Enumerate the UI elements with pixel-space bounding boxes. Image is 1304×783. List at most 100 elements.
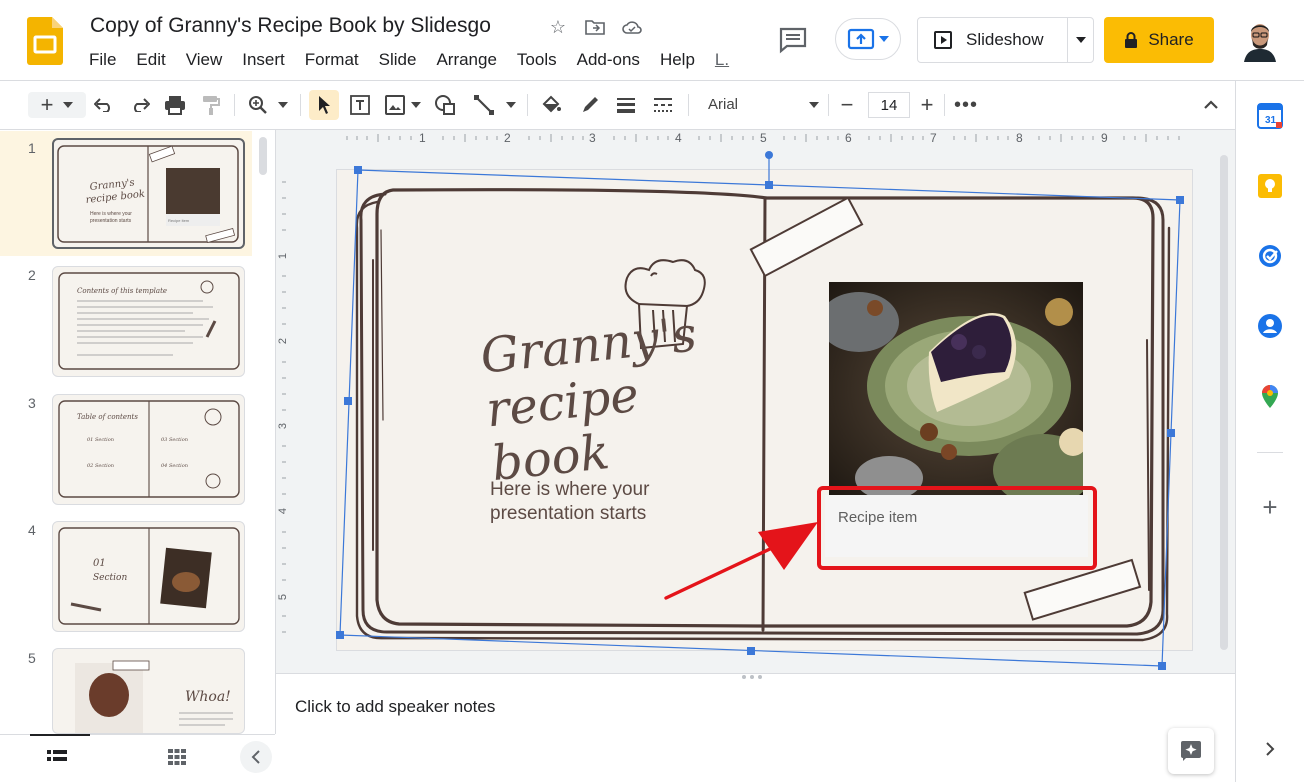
slide-thumbnail-3[interactable]: Table of contents 01 Section 02 Section … xyxy=(52,394,245,505)
speaker-notes-input[interactable]: Click to add speaker notes xyxy=(295,697,495,717)
chevron-left-icon xyxy=(251,750,260,764)
paint-format-icon[interactable] xyxy=(199,92,223,118)
collapse-toolbar-icon[interactable] xyxy=(1200,92,1222,118)
slide-thumbnail-2[interactable]: Contents of this template xyxy=(52,266,245,377)
new-slide-button[interactable]: + xyxy=(28,92,86,118)
tasks-icon[interactable] xyxy=(1257,243,1283,269)
share-label: Share xyxy=(1148,30,1194,49)
svg-text:presentation starts: presentation starts xyxy=(90,218,132,224)
menu-bar: File Edit View Insert Format Slide Arran… xyxy=(80,50,740,70)
slide-number: 2 xyxy=(28,267,36,283)
slide-thumbnail-5[interactable]: Whoa! xyxy=(52,648,245,734)
image-icon xyxy=(385,95,405,115)
present-icon xyxy=(847,28,875,50)
svg-text:01 Section: 01 Section xyxy=(87,437,114,443)
notes-resize-handle[interactable] xyxy=(742,675,766,679)
document-title[interactable]: Copy of Granny's Recipe Book by Slidesgo xyxy=(90,14,491,38)
chevron-down-icon[interactable] xyxy=(806,92,822,118)
avatar[interactable] xyxy=(1240,16,1280,62)
chevron-down-icon xyxy=(1075,37,1086,43)
slide-number: 3 xyxy=(28,395,36,411)
line-tool-button[interactable] xyxy=(470,92,520,118)
active-view-indicator xyxy=(30,734,90,736)
redo-icon[interactable] xyxy=(128,92,152,118)
svg-text:03 Section: 03 Section xyxy=(161,437,188,443)
fill-color-icon[interactable] xyxy=(538,92,564,118)
ruler-tick-label: 1 xyxy=(277,252,290,260)
add-icon[interactable]: + xyxy=(1257,492,1283,522)
svg-text:Contents of this template: Contents of this template xyxy=(77,287,167,295)
filmstrip-scrollbar[interactable] xyxy=(259,137,267,175)
canvas-scrollbar[interactable] xyxy=(1220,155,1228,650)
menu-arrange[interactable]: Arrange xyxy=(427,50,507,70)
toolbar-separator xyxy=(234,94,235,116)
ruler-tick-label: 5 xyxy=(277,593,290,601)
more-options-icon[interactable]: ••• xyxy=(954,92,978,118)
vertical-ruler[interactable] xyxy=(277,170,292,650)
border-dash-icon[interactable] xyxy=(650,92,676,118)
toolbar-separator xyxy=(828,94,829,116)
maps-icon[interactable] xyxy=(1257,383,1283,409)
slide-number: 1 xyxy=(28,140,36,156)
calendar-icon[interactable]: 31 xyxy=(1257,103,1283,129)
menu-slide[interactable]: Slide xyxy=(370,50,428,70)
chevron-down-icon xyxy=(411,102,421,108)
slide-thumbnail-1[interactable]: Granny's recipe book Here is where your … xyxy=(52,138,245,249)
insert-image-button[interactable] xyxy=(383,92,423,118)
undo-icon[interactable] xyxy=(92,92,116,118)
star-icon[interactable]: ☆ xyxy=(547,16,569,38)
present-to-meeting-button[interactable] xyxy=(835,18,901,60)
font-family-select[interactable]: Arial xyxy=(708,96,738,113)
decrease-font-size-button[interactable]: − xyxy=(836,92,858,118)
zoom-icon xyxy=(249,96,267,114)
svg-text:01: 01 xyxy=(93,558,106,569)
keep-icon[interactable] xyxy=(1257,173,1283,199)
menu-edit[interactable]: Edit xyxy=(127,50,176,70)
menu-addons[interactable]: Add-ons xyxy=(568,50,651,70)
svg-text:Recipe item: Recipe item xyxy=(168,218,190,223)
menu-file[interactable]: File xyxy=(80,50,127,70)
ruler-tick-label: 1 xyxy=(419,131,426,145)
menu-insert[interactable]: Insert xyxy=(233,50,296,70)
menu-view[interactable]: View xyxy=(177,50,234,70)
slideshow-dropdown[interactable] xyxy=(1068,37,1093,43)
increase-font-size-button[interactable]: + xyxy=(916,92,938,118)
slideshow-button-group: Slideshow xyxy=(917,17,1094,63)
menu-format[interactable]: Format xyxy=(296,50,370,70)
border-color-icon[interactable] xyxy=(577,92,603,118)
cloud-saved-icon[interactable] xyxy=(621,16,643,38)
contacts-icon[interactable] xyxy=(1257,313,1283,339)
svg-text:04 Section: 04 Section xyxy=(161,463,188,469)
svg-text:Table of contents: Table of contents xyxy=(77,413,138,421)
move-folder-icon[interactable] xyxy=(584,16,606,38)
print-icon[interactable] xyxy=(162,92,188,118)
menu-tools[interactable]: Tools xyxy=(508,50,568,70)
slideshow-button[interactable]: Slideshow xyxy=(918,18,1068,62)
ruler-tick-label: 9 xyxy=(1101,131,1108,145)
ruler-tick-label: 8 xyxy=(1016,131,1023,145)
text-box-icon[interactable] xyxy=(347,92,373,118)
speaker-notes-panel xyxy=(276,673,1235,783)
font-size-input[interactable]: 14 xyxy=(868,92,910,118)
menu-help[interactable]: Help xyxy=(651,50,706,70)
shape-icon[interactable] xyxy=(432,92,458,118)
slides-logo[interactable] xyxy=(27,17,63,65)
slide-thumbnail-4[interactable]: 01 Section xyxy=(52,521,245,632)
svg-text:02 Section: 02 Section xyxy=(87,463,114,469)
filmstrip-view-icon[interactable] xyxy=(47,749,67,770)
slide-number: 5 xyxy=(28,650,36,666)
chevron-down-icon xyxy=(278,102,288,108)
collapse-filmstrip-button[interactable] xyxy=(240,741,272,773)
border-weight-icon[interactable] xyxy=(613,92,639,118)
comment-history-icon[interactable] xyxy=(778,26,808,54)
ruler-tick-label: 7 xyxy=(930,131,937,145)
arrow-annotation-icon xyxy=(664,522,818,600)
select-tool-icon[interactable] xyxy=(309,90,339,120)
chevron-right-icon[interactable] xyxy=(1257,736,1283,762)
explore-button[interactable] xyxy=(1168,728,1214,774)
chevron-down-icon xyxy=(879,36,889,42)
share-button[interactable]: Share xyxy=(1104,17,1214,63)
menu-last-edit[interactable]: L. xyxy=(706,50,740,70)
grid-view-icon[interactable] xyxy=(168,749,186,770)
zoom-button[interactable] xyxy=(244,92,292,118)
